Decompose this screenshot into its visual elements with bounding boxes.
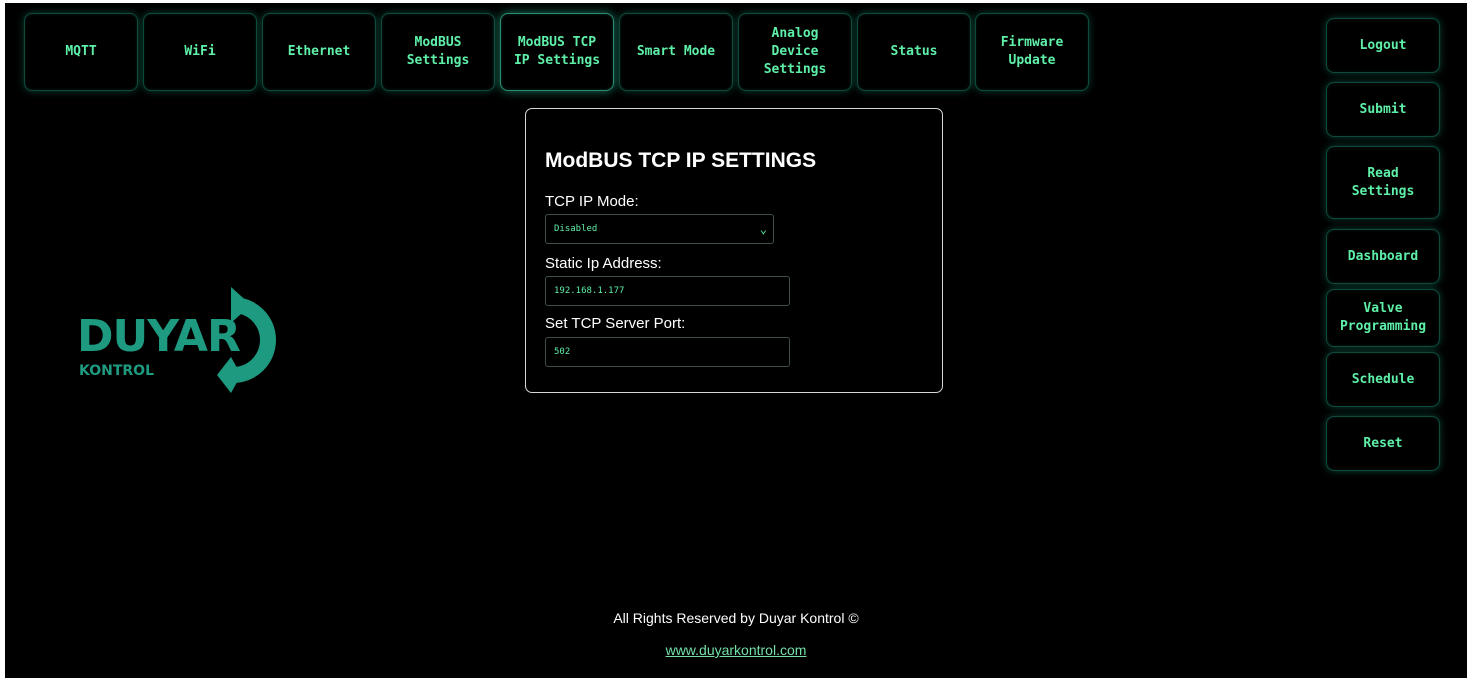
tab-firmware-update[interactable]: Firmware Update [975,13,1089,91]
dashboard-button[interactable]: Dashboard [1326,229,1440,284]
tcp-ip-mode-value: Disabled [554,224,598,234]
app-screen: MQTT WiFi Ethernet ModBUS Settings ModBU… [5,3,1467,678]
server-port-input[interactable]: 502 [545,337,790,367]
tab-wifi[interactable]: WiFi [143,13,257,91]
server-port-label: Set TCP Server Port: [545,315,686,332]
static-ip-label: Static Ip Address: [545,255,662,272]
chevron-down-icon: ⌄ [759,222,767,236]
footer-link-wrap: www.duyarkontrol.com [5,641,1467,659]
logout-button[interactable]: Logout [1326,18,1440,73]
submit-button[interactable]: Submit [1326,82,1440,137]
tcp-ip-settings-panel: ModBUS TCP IP SETTINGS TCP IP Mode: Disa… [525,108,943,393]
logo-name: DUYAR [77,311,241,362]
circular-arrow-icon [217,287,276,393]
valve-programming-button[interactable]: Valve Programming [1326,289,1440,347]
tab-modbus-settings[interactable]: ModBUS Settings [381,13,495,91]
tab-ethernet[interactable]: Ethernet [262,13,376,91]
tab-status[interactable]: Status [857,13,971,91]
tab-analog-device-settings[interactable]: Analog Device Settings [738,13,852,91]
logo: DUYAR KONTROL [77,287,297,397]
reset-button[interactable]: Reset [1326,416,1440,471]
logo-sub: KONTROL [79,363,154,379]
tcp-ip-mode-label: TCP IP Mode: [545,193,639,210]
tab-mqtt[interactable]: MQTT [24,13,138,91]
tab-smart-mode[interactable]: Smart Mode [619,13,733,91]
static-ip-input[interactable]: 192.168.1.177 [545,276,790,306]
read-settings-button[interactable]: Read Settings [1326,146,1440,219]
tab-modbus-tcp-ip-settings[interactable]: ModBUS TCP IP Settings [500,13,614,91]
footer-copyright: All Rights Reserved by Duyar Kontrol © [613,610,859,626]
static-ip-value: 192.168.1.177 [554,286,625,296]
website-link[interactable]: www.duyarkontrol.com [666,642,807,658]
panel-title: ModBUS TCP IP SETTINGS [545,149,817,172]
schedule-button[interactable]: Schedule [1326,352,1440,407]
tcp-ip-mode-select[interactable]: Disabled ⌄ [545,214,774,244]
server-port-value: 502 [554,347,571,357]
